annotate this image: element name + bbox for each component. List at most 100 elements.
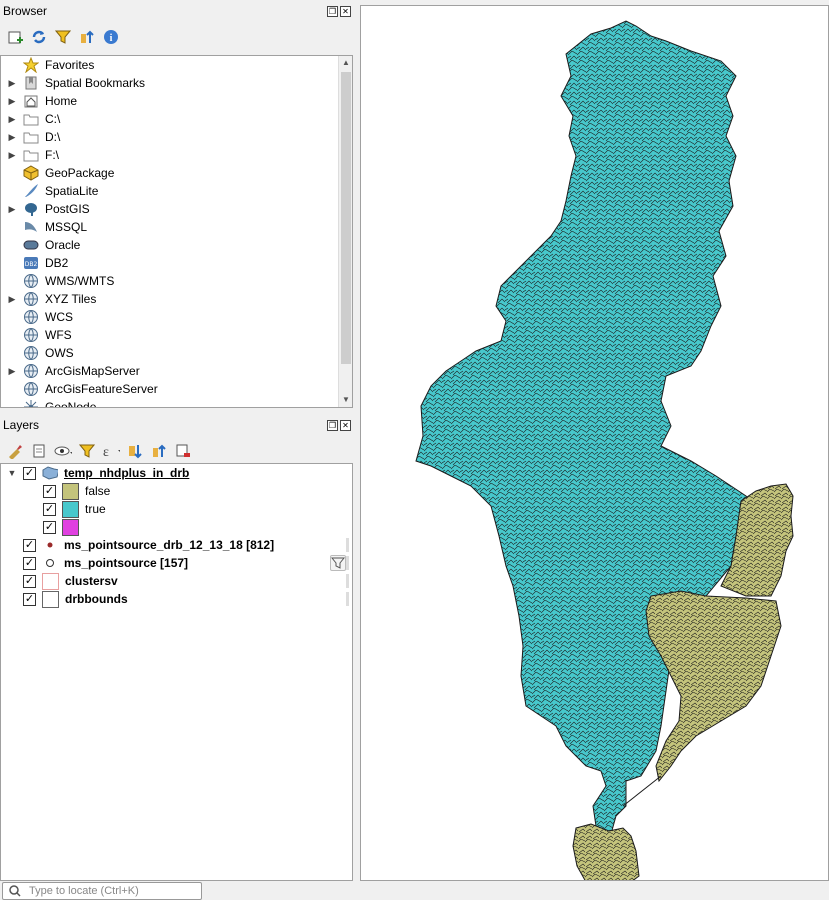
visibility-eye-icon[interactable] xyxy=(54,442,72,460)
browser-item[interactable]: WFS xyxy=(1,326,352,344)
browser-item[interactable]: ArcGisFeatureServer xyxy=(1,380,352,398)
browser-item[interactable]: MSSQL xyxy=(1,218,352,236)
expand-all-icon[interactable] xyxy=(126,442,144,460)
polygon-layer-icon xyxy=(42,466,58,480)
browser-scrollbar[interactable]: ▲ ▼ xyxy=(338,56,352,407)
float-panel-button[interactable]: ❐ xyxy=(327,5,338,17)
locator-search[interactable]: Type to locate (Ctrl+K) xyxy=(2,882,202,900)
collapse-arrow-icon[interactable]: ▼ xyxy=(5,468,19,478)
layer-checkbox[interactable]: ✓ xyxy=(23,574,36,588)
expand-arrow-icon[interactable]: ▶ xyxy=(5,114,19,125)
legend-class-item[interactable]: ✓ xyxy=(1,518,352,536)
browser-item-label: F:\ xyxy=(45,148,59,162)
legend-swatch xyxy=(62,518,79,536)
layer-checkbox[interactable]: ✓ xyxy=(23,592,36,606)
expand-arrow-icon[interactable]: ▶ xyxy=(5,150,19,161)
layer-item[interactable]: ✓ clustersv xyxy=(1,572,352,590)
search-icon xyxy=(9,885,21,897)
row-divider xyxy=(346,592,349,606)
close-panel-button[interactable]: ✕ xyxy=(340,5,351,17)
layer-checkbox[interactable]: ✓ xyxy=(43,520,56,534)
browser-tree[interactable]: Favorites ▶ Spatial Bookmarks ▶ Home ▶ C:\ ▶ D:\… xyxy=(0,55,353,408)
feather-icon xyxy=(23,183,39,199)
collapse-all-icon[interactable] xyxy=(78,28,96,46)
browser-item-label: OWS xyxy=(45,346,74,360)
browser-item[interactable]: Oracle xyxy=(1,236,352,254)
browser-item[interactable]: Favorites xyxy=(1,56,352,74)
layer-item[interactable]: ✓ ms_pointsource [157] xyxy=(1,554,352,572)
browser-item[interactable]: WCS xyxy=(1,308,352,326)
scroll-up-icon[interactable]: ▲ xyxy=(339,56,352,70)
expand-arrow-icon[interactable]: ▶ xyxy=(5,78,19,89)
filter-legend-icon[interactable] xyxy=(78,442,96,460)
browser-item-label: D:\ xyxy=(45,130,61,144)
browser-item-label: DB2 xyxy=(45,256,69,270)
browser-item[interactable]: ▶ F:\ xyxy=(1,146,352,164)
filter-icon[interactable] xyxy=(54,28,72,46)
collapse-layers-icon[interactable] xyxy=(150,442,168,460)
globe-icon xyxy=(23,345,39,361)
browser-item[interactable]: WMS/WMTS xyxy=(1,272,352,290)
layers-tree[interactable]: ▼ ✓ temp_nhdplus_in_drb ✓ false ✓ true ✓ ✓ ms_poi… xyxy=(0,463,353,881)
layer-item[interactable]: ▼ ✓ temp_nhdplus_in_drb xyxy=(1,464,352,482)
layer-filter-icon[interactable] xyxy=(330,555,346,571)
expand-arrow-icon[interactable]: ▶ xyxy=(5,132,19,143)
star-icon xyxy=(23,57,39,73)
expression-filter-icon[interactable]: ε xyxy=(102,442,120,460)
layer-label: false xyxy=(85,484,111,498)
dot-icon xyxy=(42,538,58,552)
browser-item[interactable]: OWS xyxy=(1,344,352,362)
mssql-icon xyxy=(23,219,39,235)
style-paint-icon[interactable] xyxy=(6,442,24,460)
locator-placeholder: Type to locate (Ctrl+K) xyxy=(29,885,139,897)
layer-checkbox[interactable]: ✓ xyxy=(23,538,36,552)
browser-item[interactable]: ▶ ArcGisMapServer xyxy=(1,362,352,380)
expand-arrow-icon[interactable]: ▶ xyxy=(5,294,19,305)
expand-arrow-icon[interactable]: ▶ xyxy=(5,366,19,377)
legend-class-item[interactable]: ✓ false xyxy=(1,482,352,500)
scroll-down-icon[interactable]: ▼ xyxy=(339,393,352,407)
info-icon[interactable]: i xyxy=(102,28,120,46)
elephant-icon xyxy=(23,201,39,217)
layer-checkbox[interactable]: ✓ xyxy=(43,502,56,516)
circle-icon xyxy=(42,556,58,570)
layer-checkbox[interactable]: ✓ xyxy=(43,484,56,498)
browser-item[interactable]: ▶ C:\ xyxy=(1,110,352,128)
browser-item[interactable]: SpatiaLite xyxy=(1,182,352,200)
add-group-icon[interactable] xyxy=(30,442,48,460)
float-layers-button[interactable]: ❐ xyxy=(327,419,338,431)
browser-item[interactable]: ▶ XYZ Tiles xyxy=(1,290,352,308)
row-divider xyxy=(346,556,349,570)
browser-item[interactable]: GeoPackage xyxy=(1,164,352,182)
map-canvas[interactable] xyxy=(360,5,829,881)
browser-item[interactable]: ▶ D:\ xyxy=(1,128,352,146)
browser-item[interactable]: ▶ Spatial Bookmarks xyxy=(1,74,352,92)
browser-item[interactable]: DB2 DB2 xyxy=(1,254,352,272)
row-divider xyxy=(346,574,349,588)
globe-icon xyxy=(23,381,39,397)
browser-item-label: Spatial Bookmarks xyxy=(45,76,146,90)
globe-icon xyxy=(23,309,39,325)
scroll-thumb[interactable] xyxy=(341,72,351,364)
layer-item[interactable]: ✓ ms_pointsource_drb_12_13_18 [812] xyxy=(1,536,352,554)
basin-map xyxy=(415,20,794,880)
browser-item[interactable]: GeoNode xyxy=(1,398,352,407)
legend-class-item[interactable]: ✓ true xyxy=(1,500,352,518)
browser-item[interactable]: ▶ PostGIS xyxy=(1,200,352,218)
expand-arrow-icon[interactable]: ▶ xyxy=(5,96,19,107)
browser-item-label: ArcGisMapServer xyxy=(45,364,140,378)
layer-checkbox[interactable]: ✓ xyxy=(23,556,36,570)
svg-text:i: i xyxy=(110,33,113,44)
layer-checkbox[interactable]: ✓ xyxy=(23,466,36,480)
expand-arrow-icon[interactable]: ▶ xyxy=(5,204,19,215)
basin-false-region-lower xyxy=(572,823,640,880)
add-selected-layers-icon[interactable] xyxy=(6,28,24,46)
remove-layer-icon[interactable] xyxy=(174,442,192,460)
layer-item[interactable]: ✓ drbbounds xyxy=(1,590,352,608)
legend-swatch xyxy=(62,500,79,518)
refresh-icon[interactable] xyxy=(30,28,48,46)
browser-item[interactable]: ▶ Home xyxy=(1,92,352,110)
layer-label: temp_nhdplus_in_drb xyxy=(64,466,190,480)
home-icon xyxy=(23,93,39,109)
close-layers-button[interactable]: ✕ xyxy=(340,419,351,431)
